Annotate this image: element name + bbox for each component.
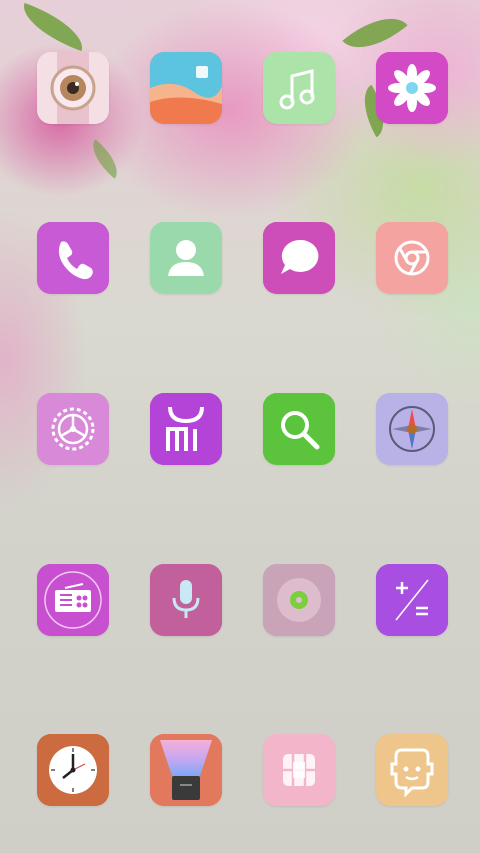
radio-icon [37,564,109,636]
home-screen [0,0,480,853]
camera-app-icon[interactable] [37,52,109,124]
clock-app-icon[interactable] [37,734,109,806]
feedback-app-icon[interactable] [376,734,448,806]
sim-toolkit-icon [263,734,335,806]
calculator-app-icon[interactable] [376,564,448,636]
search-icon [263,393,335,465]
settings-icon [37,393,109,465]
camera-icon [37,52,109,124]
compass-app-icon[interactable] [376,393,448,465]
music-disc-app-icon[interactable] [263,564,335,636]
settings-app-icon[interactable] [37,393,109,465]
flashlight-app-icon[interactable] [150,734,222,806]
mi-store-icon [150,393,222,465]
contacts-app-icon[interactable] [150,222,222,294]
calculator-icon [376,564,448,636]
themes-app-icon[interactable] [376,52,448,124]
messaging-icon [263,222,335,294]
search-app-icon[interactable] [263,393,335,465]
phone-icon [37,222,109,294]
gallery-icon [150,52,222,124]
browser-icon [376,222,448,294]
music-app-icon[interactable] [263,52,335,124]
radio-app-icon[interactable] [37,564,109,636]
mi-store-app-icon[interactable] [150,393,222,465]
messaging-app-icon[interactable] [263,222,335,294]
themes-icon [376,52,448,124]
music-icon [263,52,335,124]
feedback-icon [376,734,448,806]
clock-icon [37,734,109,806]
voice-recorder-icon [150,564,222,636]
browser-app-icon[interactable] [376,222,448,294]
sim-toolkit-app-icon[interactable] [263,734,335,806]
gallery-app-icon[interactable] [150,52,222,124]
flashlight-icon [150,734,222,806]
contacts-icon [150,222,222,294]
voice-recorder-app-icon[interactable] [150,564,222,636]
music-disc-icon [263,564,335,636]
compass-icon [376,393,448,465]
phone-app-icon[interactable] [37,222,109,294]
